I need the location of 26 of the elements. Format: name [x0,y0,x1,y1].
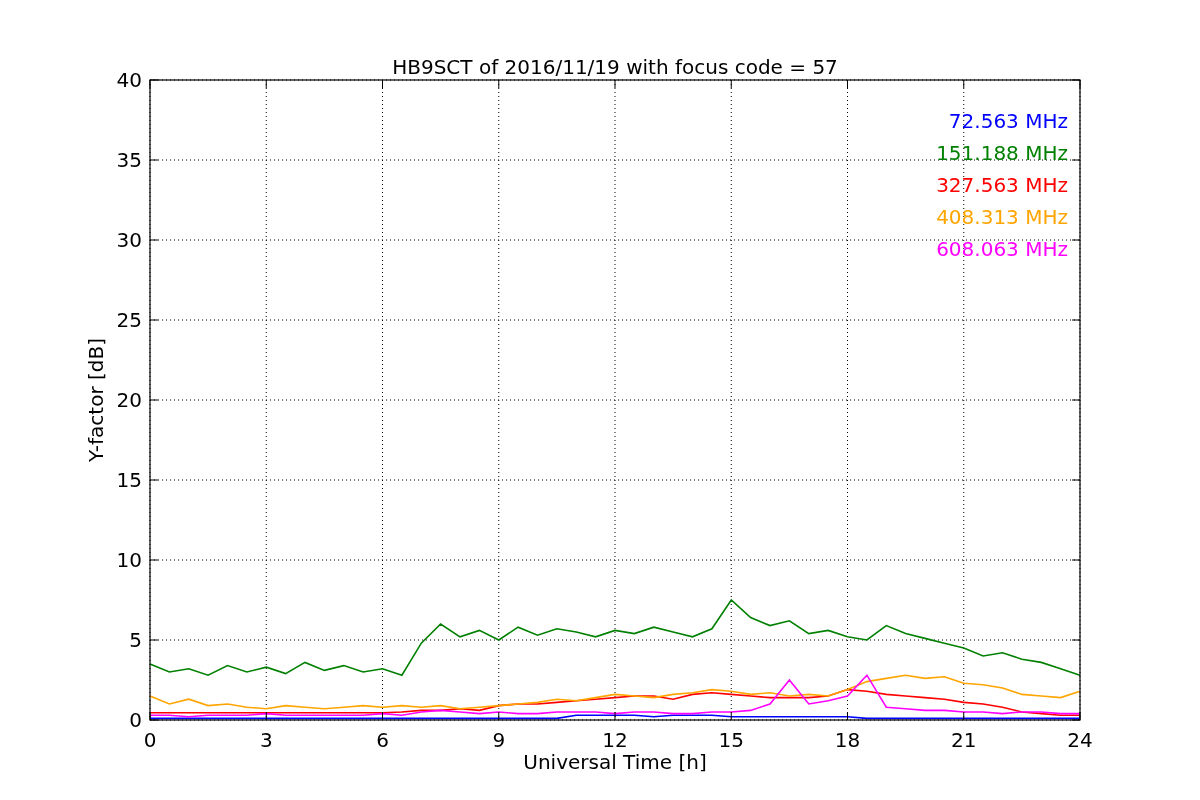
tick-label: 25 [116,308,142,332]
tick-label: 0 [143,728,157,752]
tick-label: 15 [718,728,744,752]
tick-label: 20 [116,388,142,412]
tick-label: 12 [602,728,628,752]
legend-label: 327.563 MHz [936,173,1068,197]
tick-label: 0 [129,708,142,732]
axis-title: Y-factor [dB] [84,338,108,462]
tick-label: 6 [376,728,389,752]
legend-label: 608.063 MHz [936,237,1068,261]
tick-label: 3 [259,728,273,752]
tick-label: 10 [116,548,142,572]
tick-label: 24 [1067,728,1093,752]
tick-label: 35 [116,148,142,172]
legend-label: 151.188 MHz [936,141,1068,165]
tick-label: 21 [951,728,977,752]
legend-label: 72.563 MHz [948,109,1068,133]
tick-label: 30 [116,228,142,252]
tick-label: 15 [116,468,142,492]
chart-title: HB9SCT of 2016/11/19 with focus code = 57 [392,55,838,79]
tick-label: 9 [492,728,506,752]
axis-title: Universal Time [h] [523,750,707,774]
tick-label: 5 [129,628,142,652]
tick-label: 40 [116,68,142,92]
tick-label: 18 [834,728,861,752]
legend-label: 408.313 MHz [936,205,1068,229]
